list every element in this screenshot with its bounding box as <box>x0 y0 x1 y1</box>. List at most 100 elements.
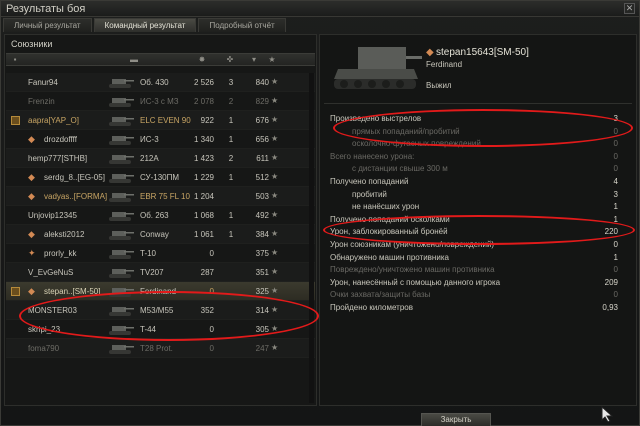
stat-row: Пройдено километров 0,93 <box>330 302 628 315</box>
rank-star-icon: ✦ <box>28 248 36 258</box>
tank-name: EBR 75 FL 10 <box>140 192 190 201</box>
frags-value: 3 <box>228 78 234 87</box>
squad-column-icon[interactable]: ▪ <box>10 55 20 65</box>
tab-personal-result[interactable]: Личный результат <box>3 18 92 32</box>
player-name: foma790 <box>28 344 60 353</box>
table-row[interactable]: MONSTER03 M53/M55 352 314 ★ <box>6 301 315 320</box>
tab-detailed-report[interactable]: Подробный отчёт <box>198 18 286 32</box>
stat-value: 0,93 <box>602 302 618 312</box>
xp-value: 503 <box>255 192 269 201</box>
xp-value: 375 <box>255 249 269 258</box>
tank-name: M53/M55 <box>140 306 174 315</box>
player-name: Frenzin <box>28 97 55 106</box>
stat-row: Урон союзникам (уничтожено/повреждений) 0 <box>330 239 628 252</box>
xp-value: 492 <box>255 211 269 220</box>
table-row[interactable]: ✦ prorly_kk T-10 0 375 ★ <box>6 244 315 263</box>
table-row[interactable]: ◆ stepan..[SM-50] Ferdinand 0 325 ★ <box>6 282 315 301</box>
tank-name: ИС-3 с МЗ <box>140 97 179 106</box>
tank-column-icon[interactable]: ▬ <box>124 55 144 65</box>
stat-label: пробитий <box>352 189 387 199</box>
star-icon: ★ <box>271 343 279 352</box>
star-icon: ★ <box>271 153 279 162</box>
tank-name: 212A <box>140 154 159 163</box>
sort-indicator-icon[interactable]: ▾ <box>244 55 264 65</box>
table-row[interactable]: V_EvGeNuS TV207 287 351 ★ <box>6 263 315 282</box>
player-name: stepan15643[SM-50] <box>436 47 529 58</box>
xp-value: 351 <box>255 268 269 277</box>
table-row[interactable]: ◆ aleksti2012 Conway 1 061 1 384 ★ <box>6 225 315 244</box>
platoon-icon: ◆ <box>28 172 35 182</box>
table-row[interactable]: aapra[YAP_O] ELC EVEN 90 922 1 676 ★ <box>6 111 315 130</box>
star-icon: ★ <box>271 210 279 219</box>
platoon-icon: ◆ <box>426 47 434 58</box>
damage-column-icon[interactable]: ✸ <box>192 55 212 65</box>
tab-team-result[interactable]: Командный результат <box>93 18 197 32</box>
table-row[interactable]: foma790 T28 Prot. 0 247 ★ <box>6 339 315 358</box>
tank-icon <box>109 269 134 278</box>
damage-value: 922 <box>200 116 214 125</box>
stat-row: с дистанции свыше 300 м 0 <box>330 163 628 176</box>
selected-marker-icon <box>11 287 20 296</box>
table-row[interactable]: hemp777[STHB] 212A 1 423 2 611 ★ <box>6 149 315 168</box>
damage-value: 0 <box>209 249 214 258</box>
stat-row: Повреждено/уничтожено машин противника 0 <box>330 264 628 277</box>
tank-name: Об. 430 <box>140 78 169 87</box>
tank-icon <box>109 326 134 335</box>
damage-value: 287 <box>200 268 214 277</box>
player-name: hemp777[STHB] <box>28 154 88 163</box>
tank-name: СУ-130ПМ <box>140 173 180 182</box>
damage-value: 1 340 <box>193 135 214 144</box>
scrollbar[interactable] <box>309 73 314 403</box>
damage-value: 1 061 <box>193 230 214 239</box>
star-icon: ★ <box>271 77 279 86</box>
table-row[interactable]: ◆ serdg_8..[EG-05] СУ-130ПМ 1 229 1 512 ★ <box>6 168 315 187</box>
star-icon: ★ <box>271 248 279 257</box>
frags-value: 1 <box>228 211 234 220</box>
table-row[interactable]: Unjovip12345 Об. 263 1 068 1 492 ★ <box>6 206 315 225</box>
stat-row: Урон, нанесённый с помощью данного игрок… <box>330 277 628 290</box>
stats-list: Произведено выстрелов 3 прямых попаданий/п… <box>330 113 628 315</box>
stat-value: 3 <box>613 189 618 199</box>
table-row[interactable]: ◆ drozdoffff ИС-3 1 340 1 656 ★ <box>6 130 315 149</box>
xp-value: 676 <box>255 116 269 125</box>
frags-column-icon[interactable]: ✜ <box>220 55 240 65</box>
stat-value: 3 <box>613 114 618 123</box>
table-row[interactable]: Frenzin ИС-3 с МЗ 2 078 2 829 ★ <box>6 92 315 111</box>
stat-value: 0 <box>613 265 618 275</box>
damage-value: 2 526 <box>193 78 214 87</box>
star-icon: ★ <box>271 172 279 181</box>
stat-value: 0 <box>613 239 618 249</box>
stat-label: с дистанции свыше 300 м <box>352 164 448 174</box>
player-detail-panel: ◆ stepan15643[SM-50] Ferdinand Выжил Про… <box>319 34 637 406</box>
table-row[interactable]: skripi_23 T-44 0 305 ★ <box>6 320 315 339</box>
star-icon: ★ <box>271 229 279 238</box>
table-row[interactable]: Fanur94 Об. 430 2 526 3 840 ★ <box>6 73 315 92</box>
xp-column-icon[interactable]: ★ <box>262 55 282 65</box>
tank-name: ИС-3 <box>140 135 159 144</box>
xp-value: 305 <box>255 325 269 334</box>
stat-row: не нанёсших урон 1 <box>330 201 628 214</box>
star-icon: ★ <box>271 134 279 143</box>
xp-value: 840 <box>255 78 269 87</box>
player-name: prorly_kk <box>44 249 77 258</box>
platoon-icon: ◆ <box>28 191 35 201</box>
divider <box>324 103 632 104</box>
player-name: aapra[YAP_O] <box>28 116 79 125</box>
stat-row: Урон, заблокированный бронёй 220 <box>330 226 628 239</box>
tank-icon <box>109 98 134 107</box>
xp-value: 611 <box>256 154 269 163</box>
player-name: drozdoffff <box>44 135 77 144</box>
close-window-icon[interactable]: ✕ <box>624 3 635 14</box>
table-row[interactable]: ◆ vadyas..[FORMA] EBR 75 FL 10 1 204 503 ★ <box>6 187 315 206</box>
close-button[interactable]: Закрыть <box>421 413 491 426</box>
tank-icon <box>109 345 134 354</box>
allies-panel: Союзники ▪ ▬ ✸ ✜ ▾ ★ Fanur94 Об. 430 2 526… <box>4 34 317 406</box>
player-name: serdg_8..[EG-05] <box>44 173 105 182</box>
damage-value: 0 <box>209 325 214 334</box>
player-tank: Ferdinand <box>426 60 463 69</box>
stat-label: Получено попаданий <box>330 176 409 186</box>
player-name: aleksti2012 <box>44 230 85 239</box>
column-header: ▪ ▬ ✸ ✜ ▾ ★ <box>6 53 315 66</box>
platoon-icon: ◆ <box>28 134 35 144</box>
tank-name: T-10 <box>140 249 157 258</box>
